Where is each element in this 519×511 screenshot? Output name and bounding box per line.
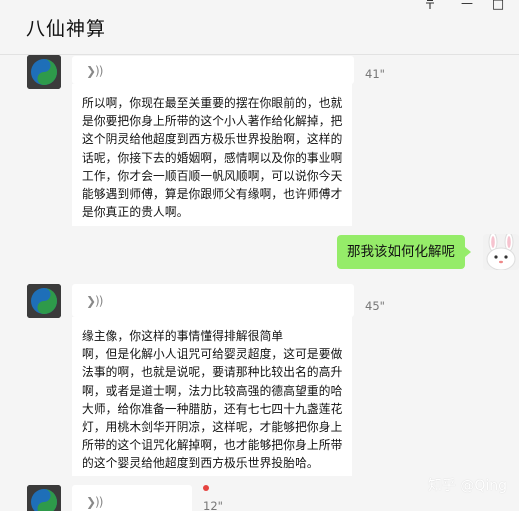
contact-avatar[interactable] bbox=[27, 55, 61, 89]
voice-icon: ❯)) bbox=[86, 495, 103, 509]
unread-dot bbox=[203, 485, 209, 491]
contact-avatar[interactable] bbox=[27, 485, 61, 511]
contact-avatar[interactable] bbox=[27, 284, 61, 318]
title-bar: 八仙神算 — □ bbox=[0, 0, 519, 55]
my-message[interactable]: 那我该如何化解呢 bbox=[337, 235, 471, 269]
voice-message-3[interactable]: ❯)) bbox=[72, 485, 192, 511]
chat-title: 八仙神算 bbox=[26, 18, 107, 40]
voice-icon: ❯)) bbox=[86, 294, 103, 308]
voice-duration-3: 12" bbox=[203, 499, 223, 511]
voice-duration-2: 45" bbox=[365, 299, 385, 313]
minimize-button[interactable]: — bbox=[460, 0, 474, 10]
pin-icon[interactable] bbox=[423, 0, 437, 13]
chat-area[interactable]: ❯)) 41" 所以啊，你现在最至关重要的摆在你眼前的，也就 是你要把你身上所带… bbox=[0, 55, 519, 511]
maximize-button[interactable]: □ bbox=[491, 0, 505, 12]
watermark: 知乎 @Qing bbox=[427, 478, 507, 494]
yin-yang-icon bbox=[27, 55, 61, 89]
rabbit-icon bbox=[483, 234, 519, 270]
yin-yang-icon bbox=[27, 485, 61, 511]
voice-message-1[interactable]: ❯)) bbox=[72, 56, 354, 84]
voice-message-2[interactable]: ❯)) bbox=[72, 284, 354, 317]
voice-icon: ❯)) bbox=[86, 64, 103, 78]
yin-yang-icon bbox=[27, 284, 61, 318]
my-avatar[interactable] bbox=[483, 234, 519, 270]
voice-duration-1: 41" bbox=[365, 67, 385, 81]
voice-transcript-1: 所以啊，你现在最至关重要的摆在你眼前的，也就 是你要把你身上所带的这个小人著作给… bbox=[72, 84, 352, 226]
voice-transcript-2: 缘主像，你这样的事情懂得排解很简单 啊，但是化解小人诅咒可给婴灵超度，这可是要做… bbox=[72, 317, 352, 476]
